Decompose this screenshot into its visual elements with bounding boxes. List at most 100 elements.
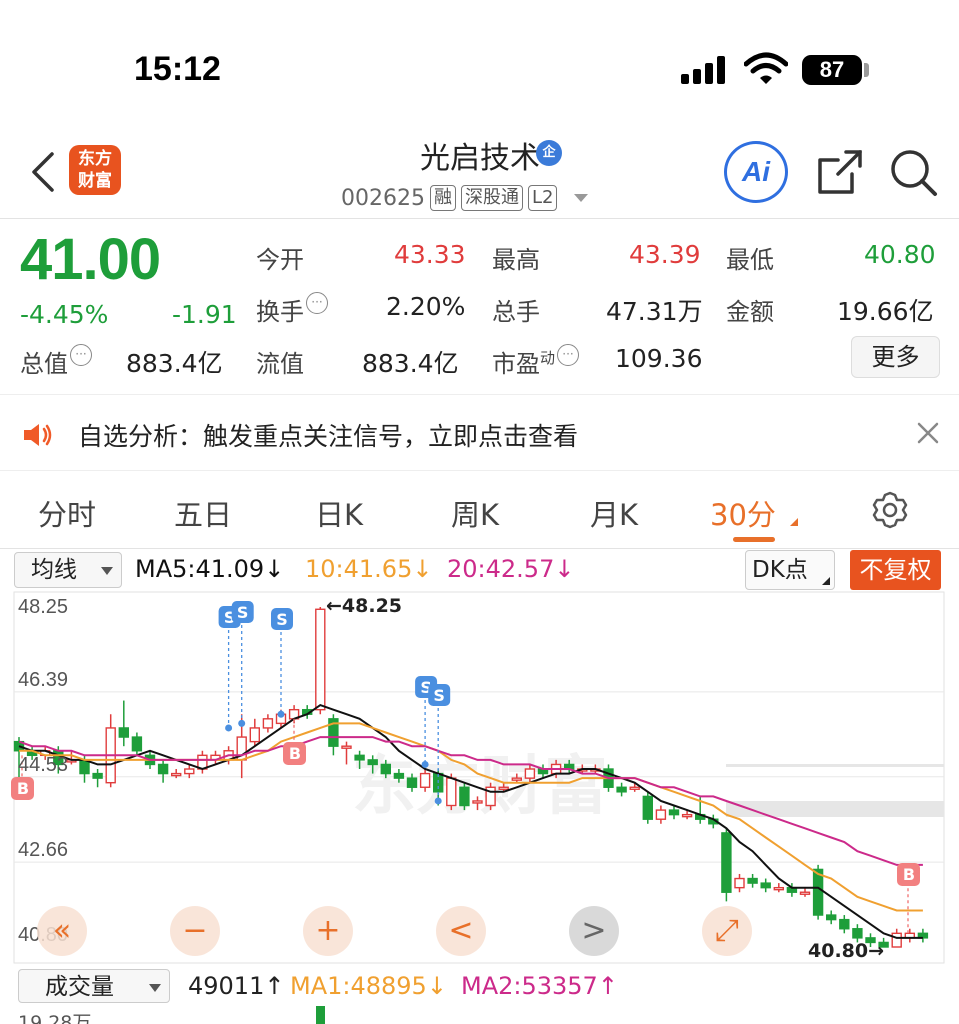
scroll-left-button[interactable]: < xyxy=(436,906,486,956)
resistance-zone-thin xyxy=(726,764,944,767)
tab-caret-icon xyxy=(790,518,798,526)
candle-up xyxy=(799,891,811,895)
volume-indicator-select[interactable]: 成交量 xyxy=(18,969,170,1003)
candle-up xyxy=(315,608,326,711)
tab-30min[interactable]: 30分 xyxy=(710,492,776,534)
candle-up xyxy=(629,786,640,790)
candle-down xyxy=(721,832,732,893)
candle-down xyxy=(406,777,418,788)
indicator-select[interactable]: 均线 xyxy=(14,552,122,588)
candle-down xyxy=(826,914,837,921)
candle-down xyxy=(380,763,391,775)
tab-weekly-k[interactable]: 周K xyxy=(451,492,499,534)
volume-ma1: MA1:48895↓ xyxy=(290,972,447,1000)
close-icon[interactable] xyxy=(915,420,941,446)
float-cap-value: 883.4亿 xyxy=(362,349,459,378)
tab-monthly-k[interactable]: 月K xyxy=(590,492,638,534)
margin-tag: 融 xyxy=(429,185,456,211)
candle-down xyxy=(459,786,470,807)
market-cap-label: 总值 ··· xyxy=(20,344,92,379)
candle-down xyxy=(668,809,680,816)
buy-signal-letter: B xyxy=(903,865,915,884)
stock-code: 002625 xyxy=(341,185,425,211)
candle-down xyxy=(616,786,627,793)
info-icon[interactable]: ··· xyxy=(557,344,580,366)
indicator-select-label: 均线 xyxy=(31,557,77,583)
no-adjust-button[interactable]: 不复权 xyxy=(850,550,941,590)
active-tab-indicator xyxy=(733,537,775,542)
fullscreen-button[interactable]: ⤢ xyxy=(702,906,752,956)
candle-up xyxy=(472,800,483,804)
high-label: 最高 xyxy=(492,246,540,274)
cellular-signal-icon xyxy=(681,56,727,84)
ma20-value: 20:42.57↓ xyxy=(447,555,575,583)
candle-up xyxy=(419,772,431,788)
signal-dot xyxy=(421,760,429,768)
more-button[interactable]: 更多 xyxy=(851,336,940,378)
candle-down xyxy=(118,727,130,738)
battery-level: 87 xyxy=(802,55,862,85)
ai-assistant-button[interactable]: Ai xyxy=(724,141,788,203)
stock-name: 光启技术 xyxy=(420,141,540,176)
shenzhen-connect-tag: 深股通 xyxy=(460,185,523,211)
scroll-right-button[interactable]: > xyxy=(569,906,619,956)
candle-up xyxy=(249,727,261,743)
pe-label: 市盈动 ··· xyxy=(492,344,580,379)
candle-down xyxy=(852,928,863,939)
candle-up xyxy=(341,745,352,749)
candle-down xyxy=(747,877,758,884)
turnover-value: 2.20% xyxy=(386,292,466,321)
chevron-down-icon xyxy=(101,567,113,575)
volume-label: 总手 xyxy=(492,298,540,326)
tab-five-day[interactable]: 五日 xyxy=(174,492,232,534)
analysis-banner-link[interactable]: 自选分析：触发重点关注信号，立即点击查看 xyxy=(78,417,578,453)
dk-point-button[interactable]: DK点 xyxy=(745,550,835,590)
signal-dot xyxy=(434,797,442,805)
min-price-label: 40.80→ xyxy=(808,940,884,962)
candle-down xyxy=(393,772,405,779)
status-time: 15:12 xyxy=(134,50,221,88)
amount-value: 19.66亿 xyxy=(837,297,934,326)
info-icon[interactable]: ··· xyxy=(306,292,328,314)
last-price: 41.00 xyxy=(20,227,161,292)
chevron-down-icon xyxy=(574,194,589,202)
buy-signal-letter: B xyxy=(17,779,29,798)
signal-dot xyxy=(225,724,233,732)
candlestick-chart[interactable]: 东方财富 SSSSSBBB 48.2546.3944.5342.6640.80 … xyxy=(0,590,959,965)
gear-icon[interactable] xyxy=(870,490,910,530)
info-icon[interactable]: ··· xyxy=(70,344,92,366)
search-icon[interactable] xyxy=(889,148,939,198)
buy-signal-letter: B xyxy=(289,744,301,763)
candle-up xyxy=(184,768,195,775)
low-label: 最低 xyxy=(726,246,774,274)
eastmoney-logo[interactable]: 东方 财富 xyxy=(69,145,121,195)
candle-down xyxy=(812,868,824,916)
y-tick-label: 48.25 xyxy=(18,596,68,618)
y-tick-label: 46.39 xyxy=(18,669,68,691)
pe-value: 109.36 xyxy=(615,344,703,373)
tab-intraday[interactable]: 分时 xyxy=(38,492,96,534)
change-amount: -1.91 xyxy=(172,300,237,329)
zoom-out-button[interactable]: − xyxy=(170,906,220,956)
volume-ma2: MA2:53357↑ xyxy=(461,972,618,1000)
candle-up xyxy=(891,932,902,948)
back-arrow-icon[interactable] xyxy=(28,150,58,194)
corner-caret-icon xyxy=(822,577,830,585)
section-divider xyxy=(0,394,959,395)
logo-line2: 财富 xyxy=(78,171,112,191)
header-divider xyxy=(0,218,959,219)
high-value: 43.39 xyxy=(629,240,701,269)
sell-signal-letter: S xyxy=(237,603,249,622)
tab-daily-k[interactable]: 日K xyxy=(315,492,363,534)
volume-value: 47.31万 xyxy=(606,297,703,326)
stock-code-row[interactable]: 002625 融 深股通 L2 xyxy=(341,185,589,211)
resistance-zone xyxy=(726,801,944,817)
candle-down xyxy=(354,754,365,761)
share-icon[interactable] xyxy=(816,148,864,196)
candle-up xyxy=(170,772,182,777)
candle-down xyxy=(367,759,378,766)
zoom-in-button[interactable]: + xyxy=(303,906,353,956)
candle-up xyxy=(655,809,667,820)
rewind-button[interactable]: « xyxy=(37,906,87,956)
dk-point-label: DK点 xyxy=(752,557,808,583)
